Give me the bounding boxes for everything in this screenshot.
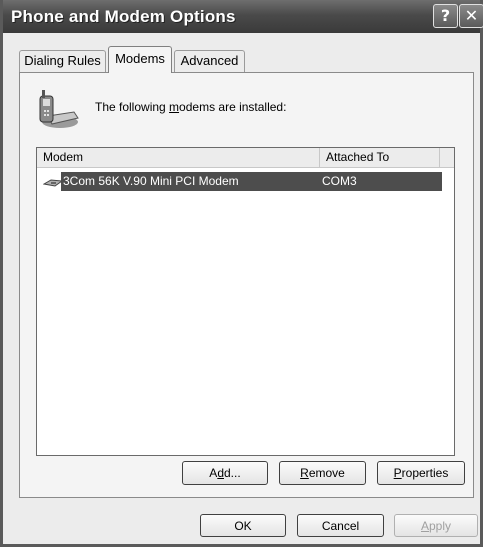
- table-row[interactable]: 3Com 56K V.90 Mini PCI Modem COM3: [61, 172, 442, 191]
- list-header: Modem Attached To: [37, 148, 454, 168]
- tab-modems[interactable]: Modems: [108, 46, 172, 73]
- modem-list[interactable]: Modem Attached To 3Com 56K V.90 Mini PCI…: [36, 147, 455, 456]
- modems-installed-label: The following modems are installed:: [95, 100, 287, 114]
- apply-button[interactable]: Apply: [394, 514, 478, 537]
- close-icon: ✕: [464, 6, 479, 25]
- column-header-attached-to[interactable]: Attached To: [320, 148, 440, 167]
- window-title: Phone and Modem Options: [11, 7, 236, 26]
- ok-button[interactable]: OK: [200, 514, 286, 537]
- column-header-modem[interactable]: Modem: [37, 148, 320, 167]
- title-bar[interactable]: Phone and Modem Options ? ✕: [3, 0, 483, 33]
- add-button[interactable]: Add...: [182, 461, 268, 485]
- close-button[interactable]: ✕: [459, 4, 483, 28]
- modem-name-cell: 3Com 56K V.90 Mini PCI Modem: [63, 174, 239, 188]
- remove-button[interactable]: Remove: [279, 461, 366, 485]
- attached-to-cell: COM3: [322, 174, 357, 188]
- modem-icon: [43, 179, 63, 187]
- help-icon: ?: [440, 6, 451, 25]
- phone-modem-icon: [39, 90, 79, 128]
- tab-advanced[interactable]: Advanced: [174, 50, 245, 72]
- properties-button[interactable]: Properties: [377, 461, 465, 485]
- tab-dialing-rules[interactable]: Dialing Rules: [19, 50, 106, 72]
- cancel-button[interactable]: Cancel: [297, 514, 384, 537]
- help-button[interactable]: ?: [433, 4, 458, 28]
